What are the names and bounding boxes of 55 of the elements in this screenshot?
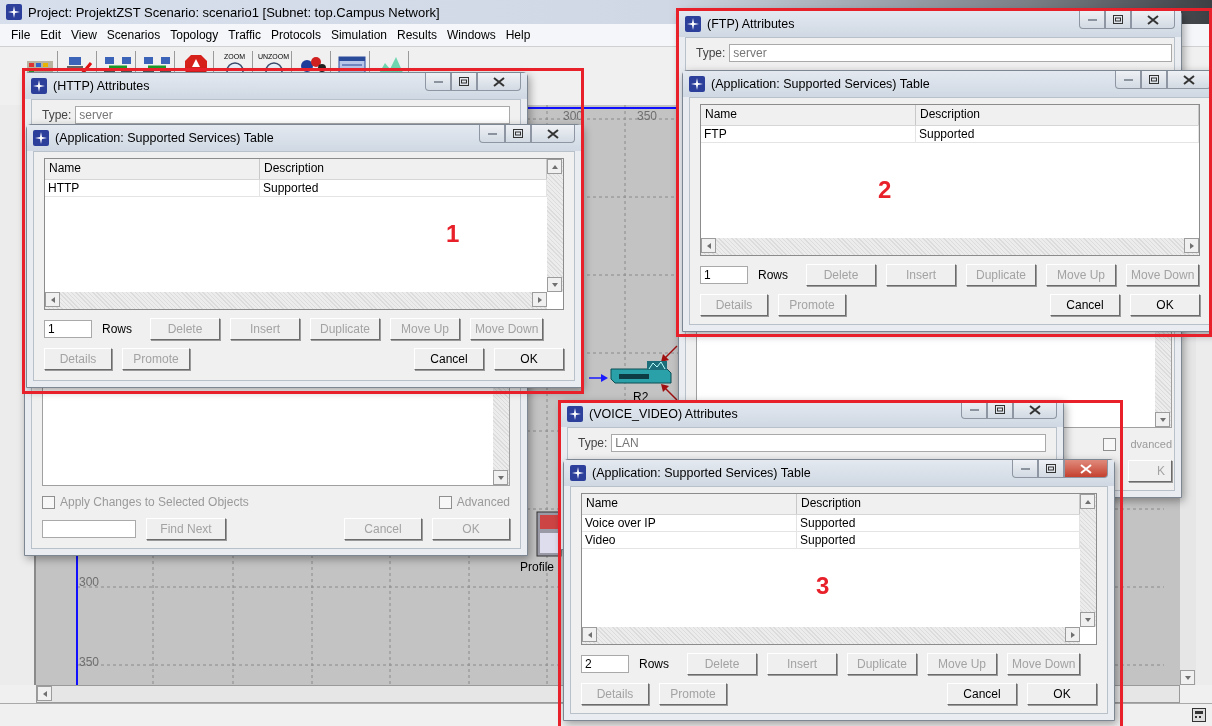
menu-item[interactable]: File [6, 28, 36, 42]
menu-item[interactable]: Protocols [265, 28, 326, 42]
type-field[interactable]: server [729, 44, 1172, 62]
rows-field[interactable]: 1 [700, 266, 748, 284]
dialog-button[interactable]: OK [1027, 683, 1097, 705]
table-cell: Voice over IP [582, 515, 797, 531]
checkbox-label: Advanced [456, 495, 510, 509]
type-field[interactable]: LAN [611, 434, 1046, 452]
annotation-number: 3 [816, 572, 830, 600]
rows-label: Rows [758, 268, 788, 282]
type-label: Type: [696, 46, 726, 60]
window-title: (FTP) Attributes [707, 17, 796, 31]
rows-field[interactable]: 2 [581, 655, 629, 673]
menu-item[interactable]: Simulation [325, 28, 392, 42]
window-title: (Application: Supported Services) Table [55, 131, 275, 145]
table-cell: FTP [701, 126, 916, 142]
annotation-number: 2 [878, 176, 892, 204]
table-cell: Video [582, 532, 797, 548]
window-title: (VOICE_VIDEO) Attributes [589, 407, 739, 421]
window-title: (Application: Supported Services) Table [711, 77, 931, 91]
menu-item[interactable]: Scenarios [101, 28, 166, 42]
window-title: (HTTP) Attributes [53, 79, 151, 93]
ruler-label: 350 [637, 109, 658, 123]
menu-item[interactable]: Help [500, 28, 536, 42]
menu-item[interactable]: Windows [442, 28, 501, 42]
dialog-button[interactable]: Cancel [1050, 294, 1120, 316]
rows-label: Rows [102, 322, 132, 336]
ruler-label: 350 [79, 655, 100, 669]
table-cell: HTTP [45, 180, 260, 196]
dialog-button[interactable]: OK [1130, 294, 1200, 316]
dialog-button[interactable]: Cancel [414, 348, 484, 370]
menu-item[interactable]: Topology [165, 28, 224, 42]
column-header[interactable]: Name [45, 159, 260, 179]
window-title: (Application: Supported Services) Table [592, 466, 812, 480]
table-cell: Supported [916, 126, 1199, 142]
column-header[interactable]: Name [701, 105, 916, 125]
checkbox-label: Apply Changes to Selected Objects [60, 495, 249, 509]
type-label: Type: [42, 108, 72, 122]
column-header[interactable]: Description [916, 105, 1199, 125]
ruler-label: 300 [79, 575, 100, 589]
dialog-button[interactable]: Cancel [947, 683, 1017, 705]
menu-item[interactable]: Edit [35, 28, 67, 42]
type-field[interactable]: server [75, 106, 510, 124]
type-label: Type: [578, 436, 608, 450]
menu-item[interactable]: View [66, 28, 102, 42]
node-label: Profile [520, 560, 554, 574]
dialog-button[interactable]: OK [494, 348, 564, 370]
column-header[interactable]: Name [582, 494, 797, 514]
menu-item[interactable]: Traffic [223, 28, 266, 42]
checkbox-label: dvanced [1130, 438, 1172, 450]
app-title: Project: ProjektZST Scenario: scenario1 [Subnet: top.Campus Network] [28, 4, 440, 20]
menu-item[interactable]: Results [392, 28, 442, 42]
annotation-number: 1 [446, 220, 460, 248]
rows-label: Rows [639, 657, 669, 671]
rows-field[interactable]: 1 [44, 320, 92, 338]
